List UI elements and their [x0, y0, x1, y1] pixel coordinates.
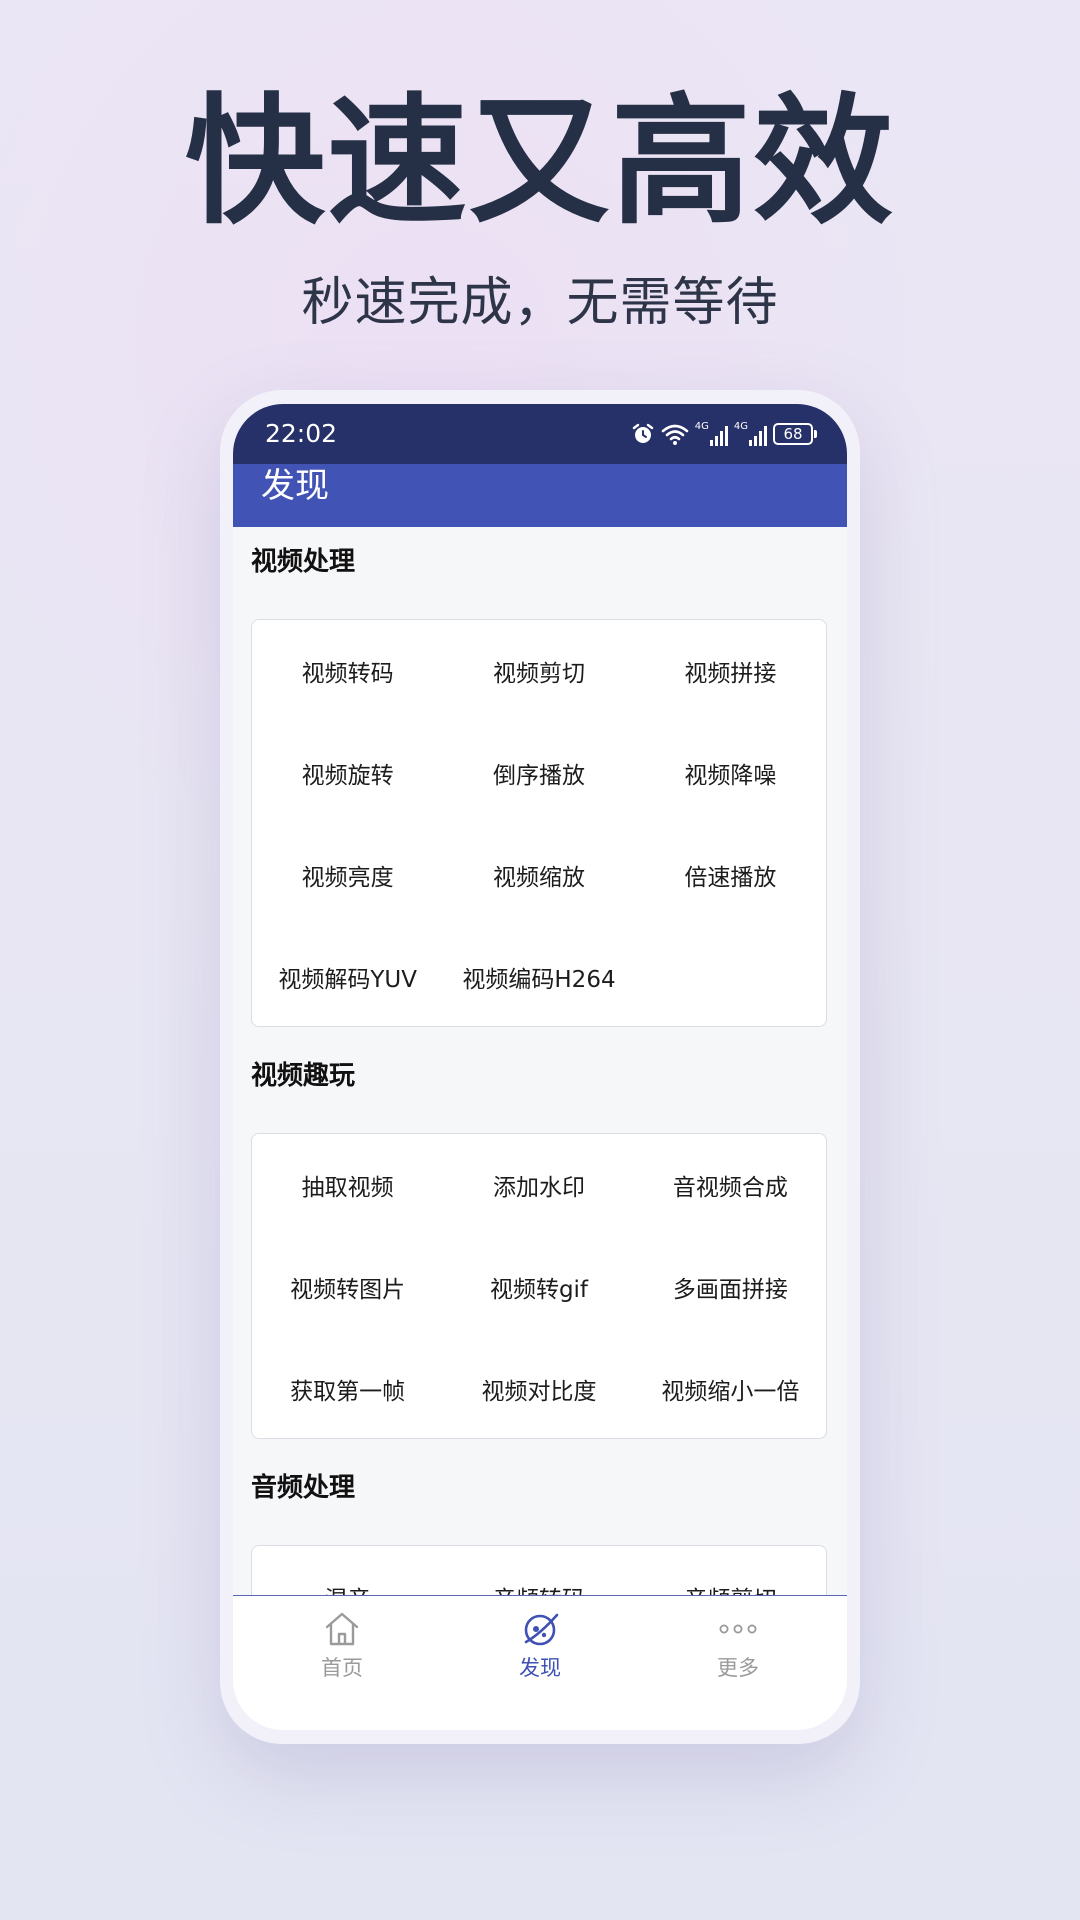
tool-item[interactable]: 视频旋转 — [252, 722, 443, 824]
wifi-icon — [661, 424, 689, 445]
tool-item[interactable]: 倍速播放 — [635, 824, 826, 926]
battery-icon: 68 — [773, 423, 817, 445]
network-type-label: 4G — [694, 421, 709, 432]
tool-item[interactable]: 获取第一帧 — [252, 1338, 443, 1440]
tab-more[interactable]: 更多 — [678, 1606, 798, 1682]
tab-home[interactable]: 首页 — [282, 1606, 402, 1682]
tool-item[interactable]: 音视频合成 — [635, 1134, 826, 1236]
section-title-audio-processing: 音频处理 — [251, 1473, 356, 1503]
card-audio-processing: 混音 音频转码 音频剪切 — [251, 1545, 827, 1595]
tool-item[interactable]: 添加水印 — [443, 1134, 634, 1236]
tool-item[interactable]: 视频缩放 — [443, 824, 634, 926]
tool-item[interactable]: 视频拼接 — [635, 620, 826, 722]
discover-content[interactable]: 视频处理 视频转码 视频剪切 视频拼接 视频旋转 倒序播放 视频降噪 视频亮度 … — [233, 527, 847, 1595]
tool-item[interactable]: 音频剪切 — [635, 1546, 826, 1595]
status-time: 22:02 — [265, 419, 338, 448]
network-type-label: 4G — [733, 421, 748, 432]
card-video-fun: 抽取视频 添加水印 音视频合成 视频转图片 视频转gif 多画面拼接 获取第一帧… — [251, 1133, 827, 1439]
tool-item[interactable]: 视频缩小一倍 — [635, 1338, 826, 1440]
tab-home-label: 首页 — [321, 1656, 363, 1680]
signal-bars-icon — [749, 426, 767, 446]
tab-discover-label: 发现 — [519, 1656, 561, 1680]
phone-screen: 22:02 4G 4G 68 发现 视频处理 视频转码 视频剪切 视频拼接 视频… — [233, 404, 847, 1730]
alarm-icon — [632, 423, 653, 443]
page-title: 发现 — [261, 466, 329, 506]
tool-item[interactable]: 视频剪切 — [443, 620, 634, 722]
signal-bars-icon — [709, 426, 728, 446]
tab-discover[interactable]: 发现 — [480, 1606, 600, 1682]
promo-subheadline: 秒速完成，无需等待 — [301, 273, 779, 333]
tool-item[interactable]: 倒序播放 — [443, 722, 634, 824]
phone-frame: 22:02 4G 4G 68 发现 视频处理 视频转码 视频剪切 视频拼接 视频… — [220, 390, 860, 1744]
bottom-nav: 首页 发现 更多 — [233, 1595, 847, 1730]
tool-item[interactable]: 视频解码YUV — [252, 926, 443, 1028]
tool-item[interactable]: 混音 — [252, 1546, 443, 1595]
tool-item[interactable]: 视频转码 — [252, 620, 443, 722]
tool-item[interactable]: 视频对比度 — [443, 1338, 634, 1440]
tool-item[interactable]: 音频转码 — [443, 1546, 634, 1595]
discover-icon — [524, 1613, 559, 1646]
tool-item[interactable]: 多画面拼接 — [635, 1236, 826, 1338]
tab-more-label: 更多 — [717, 1656, 759, 1680]
section-title-video-processing: 视频处理 — [251, 547, 356, 577]
status-bar: 22:02 4G 4G 68 — [233, 404, 847, 464]
tool-item[interactable]: 视频转gif — [443, 1236, 634, 1338]
promo-headline: 快速又高效 — [184, 81, 895, 244]
signal-1: 4G — [695, 422, 728, 446]
tool-item[interactable]: 抽取视频 — [252, 1134, 443, 1236]
tool-item[interactable]: 视频降噪 — [635, 722, 826, 824]
tool-item[interactable]: 视频编码H264 — [443, 926, 634, 1028]
app-bar: 发现 — [233, 464, 847, 527]
tool-item[interactable]: 视频亮度 — [252, 824, 443, 926]
section-title-video-fun: 视频趣玩 — [251, 1061, 356, 1091]
tool-item[interactable]: 视频转图片 — [252, 1236, 443, 1338]
status-icons: 4G 4G 68 — [631, 422, 817, 446]
card-video-processing: 视频转码 视频剪切 视频拼接 视频旋转 倒序播放 视频降噪 视频亮度 视频缩放 … — [251, 619, 827, 1027]
more-icon — [719, 1624, 757, 1634]
home-icon — [325, 1612, 359, 1646]
signal-2: 4G — [734, 422, 767, 446]
